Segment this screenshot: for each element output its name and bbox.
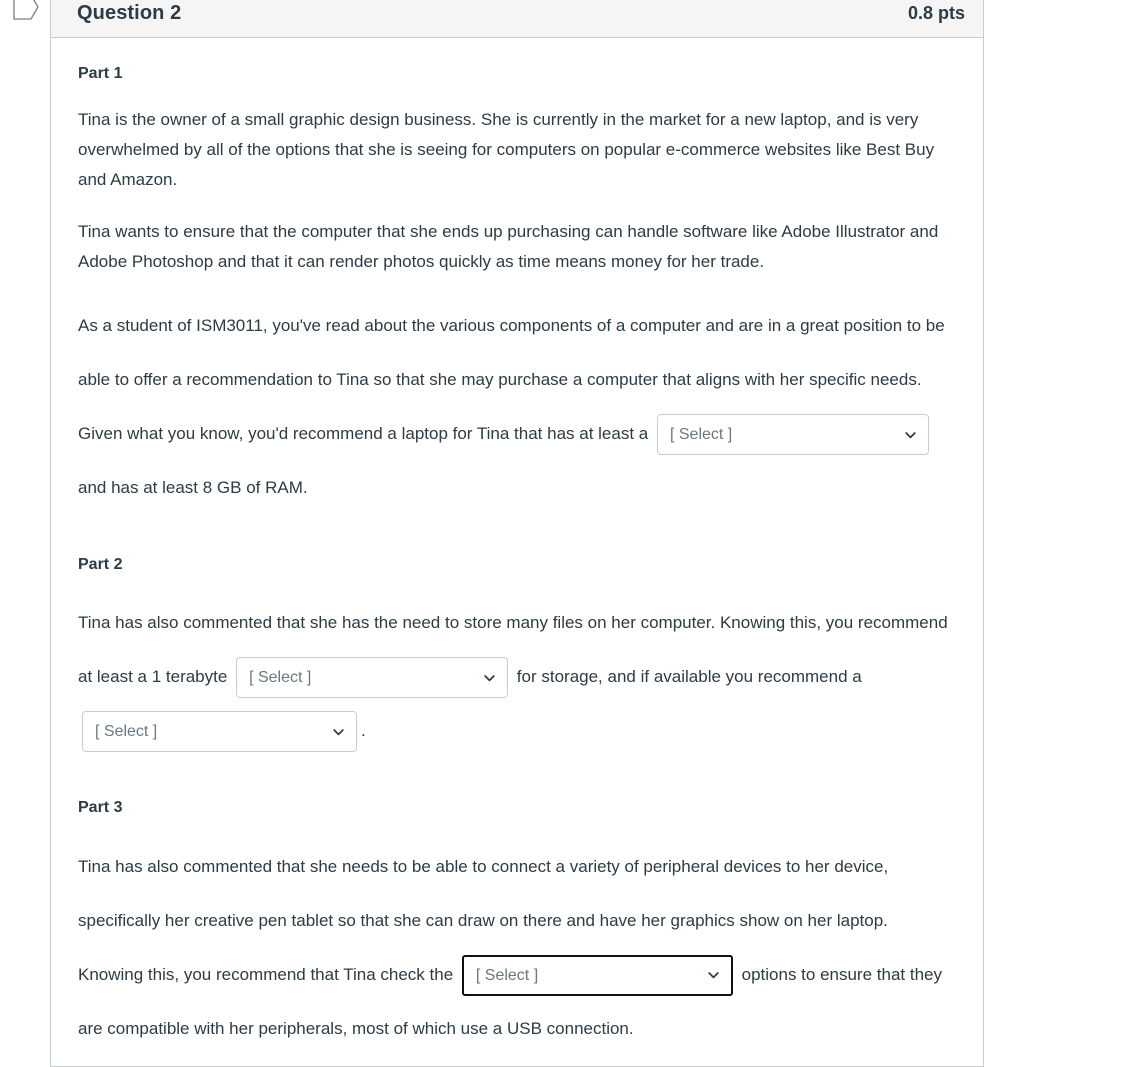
chevron-down-icon [707, 969, 720, 982]
part-1-heading: Part 1 [78, 65, 123, 82]
select-cpu-processor[interactable]: [ Select ] [656, 414, 929, 456]
part-3-heading: Part 3 [78, 799, 123, 817]
flag-outline-icon[interactable] [12, 0, 40, 20]
question-body: Part 1 Tina is the owner of a small grap… [51, 38, 983, 1066]
part-2-heading: Part 2 [78, 556, 123, 574]
part-1-paragraph-3: As a student of ISM3011, you've read abo… [78, 299, 957, 515]
select-cpu-processor-value: [ Select ] [669, 426, 733, 444]
question-points: 0.8 pts [907, 2, 965, 23]
select-secondary-storage[interactable]: [ Select ] [82, 711, 357, 753]
select-storage-type-value: [ Select ] [249, 669, 312, 687]
part-1-paragraph-1: Tina is the owner of a small graphic des… [78, 110, 935, 190]
part-3-paragraph: Tina has also commented that she needs t… [78, 840, 957, 1056]
chevron-down-icon [483, 671, 496, 684]
page-root: Question 2 0.8 pts Part 1 Tina is the ow… [0, 0, 1137, 1067]
chevron-down-icon [332, 725, 345, 738]
select-port-type-value: [ Select ] [475, 966, 539, 984]
select-storage-type[interactable]: [ Select ] [236, 657, 509, 699]
chevron-down-icon [904, 428, 917, 441]
select-port-type[interactable]: [ Select ] [461, 954, 733, 996]
question-header: Question 2 0.8 pts [51, 0, 983, 38]
part-2-text-after-select: . [361, 721, 366, 741]
part-1-paragraph-2: Tina wants to ensure that the computer t… [78, 222, 939, 272]
question-card: Question 2 0.8 pts Part 1 Tina is the ow… [50, 0, 984, 1067]
select-secondary-storage-value: [ Select ] [95, 723, 158, 741]
question-title: Question 2 [77, 1, 182, 24]
part-2-paragraph: Tina has also commented that she has the… [78, 596, 957, 758]
part-2-text-between-selects: for storage, and if available you recomm… [516, 667, 862, 687]
part-1-text-after-select: and has at least 8 GB of RAM. [78, 478, 308, 498]
